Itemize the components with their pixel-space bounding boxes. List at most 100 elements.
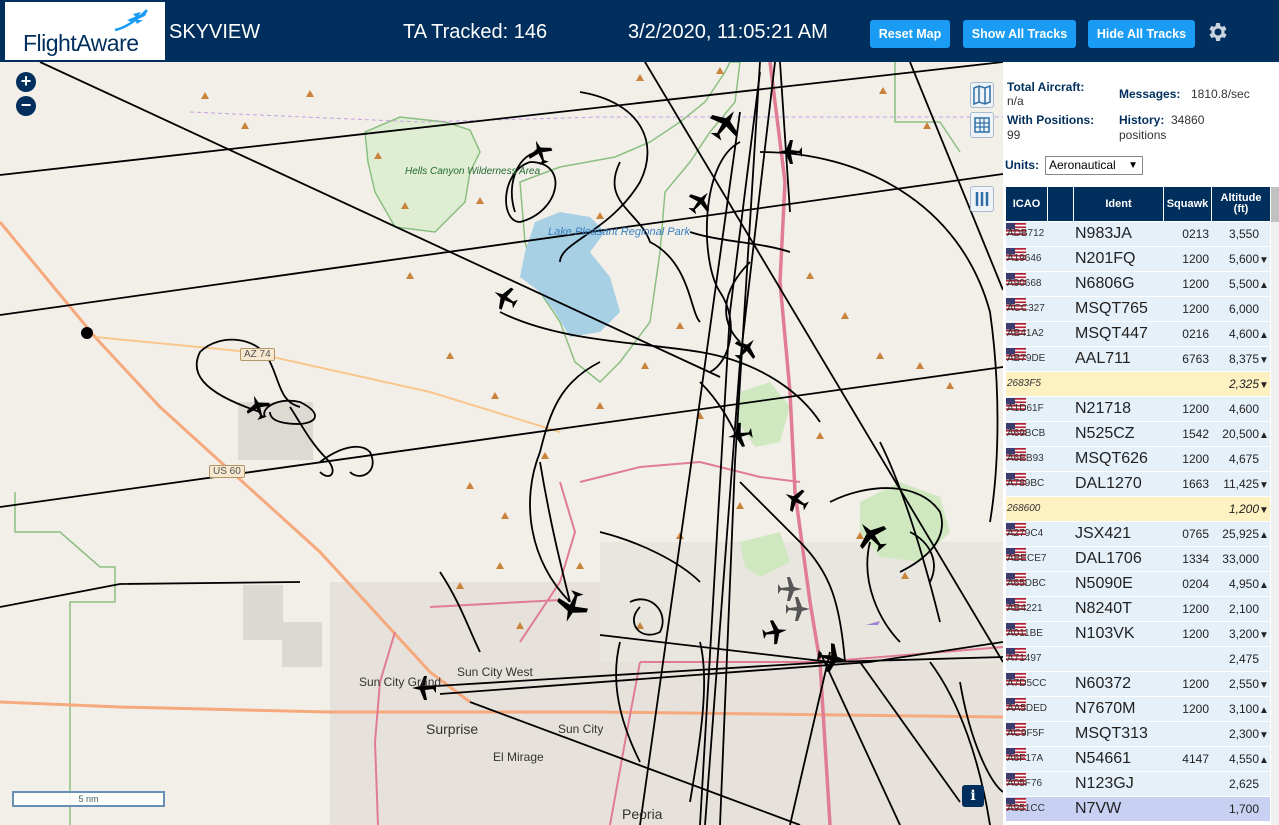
row-altitude: 20,500▲ — [1218, 422, 1269, 446]
row-altitude-value: 4,600 — [1228, 402, 1259, 416]
aircraft-row[interactable]: A69BCB N525CZ 1542 20,500▲ — [1006, 422, 1270, 447]
aircraft-row[interactable]: A19646 N201FQ 1200 5,600▼ — [1006, 247, 1270, 272]
altitude-trend-icon: ▼ — [1259, 480, 1269, 491]
row-squawk — [1169, 797, 1209, 821]
aircraft-row[interactable]: A05F76 N123GJ 2,625 — [1006, 772, 1270, 797]
row-ident: N60372 — [1075, 675, 1132, 692]
label-hells-canyon: Hells Canyon Wilderness Area — [405, 166, 541, 177]
altitude-trend-icon: ▲ — [1259, 530, 1269, 541]
road-shield-us60: US 60 — [209, 465, 245, 478]
row-altitude: 3,550 — [1218, 222, 1269, 246]
row-altitude: 11,425▼ — [1218, 472, 1269, 496]
aircraft-row[interactable]: A65DBC N5090E 0204 4,950▲ — [1006, 572, 1270, 597]
row-squawk: 0213 — [1182, 227, 1209, 241]
aircraft-row[interactable]: A1D61F N21718 1200 4,600 — [1006, 397, 1270, 422]
messages-label: Messages: — [1119, 87, 1181, 101]
aircraft-row[interactable]: AC9F5F MSQT313 2,300▼ — [1006, 722, 1270, 747]
scale-bar: 5 nm — [12, 791, 165, 807]
aircraft-row[interactable]: A011BE N103VK 1200 3,200▼ — [1006, 622, 1270, 647]
row-squawk: 0216 — [1182, 327, 1209, 341]
aircraft-row[interactable]: AB41A2 MSQT447 0216 4,600▲ — [1006, 322, 1270, 347]
aircraft-row[interactable]: A90668 N6806G 1200 5,500▲ — [1006, 272, 1270, 297]
row-ident: N5090E — [1075, 575, 1133, 592]
aircraft-row[interactable]: ABECE7 DAL1706 1334 33,000 — [1006, 547, 1270, 572]
column-ident[interactable]: Ident — [1074, 187, 1164, 221]
row-altitude-value: 1,700 — [1228, 802, 1259, 816]
aircraft-row[interactable]: 2683F5 2,325▼ — [1006, 372, 1270, 397]
row-altitude: 25,925▲ — [1218, 522, 1269, 546]
map-layers-icon[interactable] — [970, 82, 994, 108]
map-view[interactable]: + − Hells Canyon Wilderness Area Lake Pl… — [0, 62, 1003, 825]
row-squawk: 1200 — [1182, 402, 1209, 416]
aircraft-row[interactable]: AB79DE AAL711 6763 8,375▼ — [1006, 347, 1270, 372]
row-altitude: 4,550▲ — [1218, 747, 1269, 771]
scrollbar-thumb[interactable] — [1271, 187, 1279, 222]
aircraft-row[interactable]: A71497 2,475 — [1006, 647, 1270, 672]
row-altitude-value: 3,550 — [1228, 227, 1259, 241]
flightaware-logo[interactable]: FlightAware — [5, 2, 165, 60]
app-title: SKYVIEW — [169, 21, 261, 43]
row-altitude: 2,100 — [1218, 597, 1269, 621]
total-aircraft-label: Total Aircraft: — [1007, 80, 1085, 94]
dropdown-arrow-icon: ▼ — [1128, 160, 1138, 171]
aircraft-row[interactable]: A279C4 JSX421 0765 25,925▲ — [1006, 522, 1270, 547]
row-ident: N525CZ — [1075, 425, 1135, 442]
row-ident: MSQT447 — [1075, 325, 1148, 342]
row-altitude: 6,000 — [1218, 297, 1269, 321]
show-all-tracks-button[interactable]: Show All Tracks — [963, 20, 1076, 48]
altitude-trend-icon: ▲ — [1259, 430, 1269, 441]
aircraft-row[interactable]: ADB712 N983JA 0213 3,550 — [1006, 222, 1270, 247]
altitude-trend-icon: ▼ — [1259, 730, 1269, 741]
gear-icon[interactable] — [1205, 20, 1229, 44]
aircraft-row[interactable]: AA5DED N7670M 1200 3,100▲ — [1006, 697, 1270, 722]
row-ident: MSQT626 — [1075, 450, 1148, 467]
info-button[interactable]: i — [962, 785, 984, 807]
altitude-trend-icon: ▲ — [1259, 330, 1269, 341]
row-altitude: 2,300▼ — [1218, 722, 1269, 746]
row-icao: A69BCB — [1007, 428, 1046, 439]
zoom-in-button[interactable]: + — [16, 72, 36, 92]
history-label: History: — [1119, 113, 1165, 127]
row-ident: N8240T — [1075, 600, 1132, 617]
row-altitude: 4,600 — [1218, 397, 1269, 421]
altitude-trend-icon: ▲ — [1259, 705, 1269, 716]
columns-icon[interactable] — [970, 186, 994, 212]
current-datetime: 3/2/2020, 11:05:21 AM — [628, 21, 828, 43]
units-select[interactable]: Aeronautical ▼ — [1045, 156, 1143, 175]
grid-icon[interactable] — [970, 112, 994, 138]
panel-scrollbar[interactable] — [1271, 187, 1279, 825]
reset-map-button[interactable]: Reset Map — [870, 20, 950, 48]
aircraft-row[interactable]: A6F17A N54661 4147 4,550▲ — [1006, 747, 1270, 772]
zoom-out-button[interactable]: − — [16, 96, 36, 116]
aircraft-row[interactable]: A951CC N7VW 1,700 — [1006, 797, 1270, 822]
row-squawk — [1169, 497, 1209, 521]
aircraft-row[interactable]: A789BC DAL1270 1663 11,425▼ — [1006, 472, 1270, 497]
row-icao: A789BC — [1007, 478, 1045, 489]
row-ident: N7VW — [1075, 800, 1122, 817]
row-squawk: 1200 — [1182, 627, 1209, 641]
row-ident: MSQT313 — [1075, 725, 1148, 742]
aircraft-row[interactable]: AB4221 N8240T 1200 2,100 — [1006, 597, 1270, 622]
aircraft-row[interactable]: A6EB93 MSQT626 1200 4,675 — [1006, 447, 1270, 472]
column-flag[interactable] — [1048, 187, 1074, 221]
aircraft-row[interactable]: 268600 1,200▼ — [1006, 497, 1270, 522]
column-squawk[interactable]: Squawk — [1164, 187, 1212, 221]
row-altitude: 5,500▲ — [1218, 272, 1269, 296]
row-altitude-value: 4,550 — [1228, 752, 1259, 766]
row-ident: JSX421 — [1075, 525, 1132, 542]
row-icao: A6EB93 — [1007, 453, 1044, 464]
column-icao[interactable]: ICAO — [1006, 187, 1048, 221]
row-altitude: 1,200▼ — [1218, 497, 1269, 521]
row-altitude-value: 2,475 — [1228, 652, 1259, 666]
hide-all-tracks-button[interactable]: Hide All Tracks — [1088, 20, 1195, 48]
row-icao: A65DBC — [1007, 578, 1046, 589]
row-icao: A90668 — [1007, 278, 1042, 289]
altitude-trend-icon: ▼ — [1259, 380, 1269, 391]
aircraft-row[interactable]: ACC327 MSQT765 1200 6,000 — [1006, 297, 1270, 322]
column-altitude[interactable]: Altitude (ft) — [1212, 187, 1270, 221]
altitude-trend-icon: ▼ — [1259, 355, 1269, 366]
aircraft-row[interactable]: A7D5CC N60372 1200 2,550▼ — [1006, 672, 1270, 697]
label-el-mirage: El Mirage — [493, 750, 544, 764]
label-sun-city-grand: Sun City Grand — [359, 675, 442, 689]
altitude-trend-icon: ▲ — [1259, 580, 1269, 591]
